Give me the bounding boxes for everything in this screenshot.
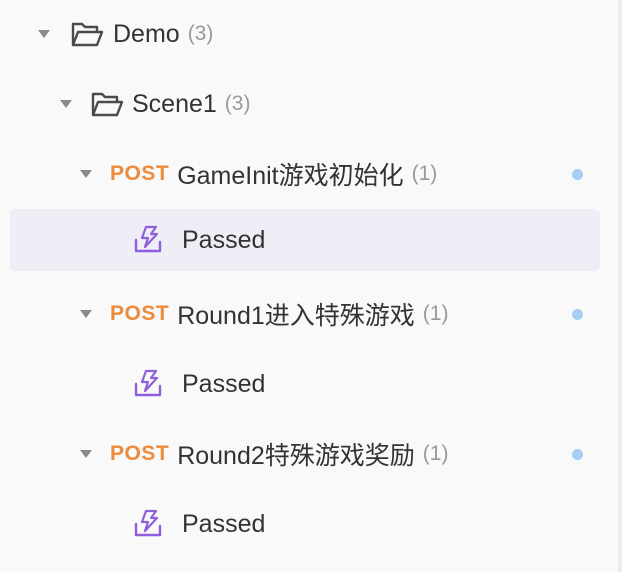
subfolder-label: Scene1 [132, 89, 217, 118]
api-count: (1) [411, 162, 438, 185]
method-badge: POST [110, 302, 170, 325]
caret-down-icon[interactable] [38, 30, 50, 38]
folder-label: Demo [113, 19, 180, 48]
folder-count: (3) [187, 22, 214, 45]
folder-open-icon [71, 22, 104, 47]
panel-divider [618, 0, 622, 572]
api-count: (1) [422, 442, 449, 465]
tree-case-item[interactable]: Passed [10, 493, 600, 555]
method-badge: POST [110, 162, 170, 185]
status-dot [572, 448, 583, 460]
test-case-icon [134, 509, 162, 537]
case-label: Passed [182, 225, 266, 254]
caret-down-icon[interactable] [80, 310, 92, 318]
tree-api-item[interactable]: POST GameInit游戏初始化 (1) [10, 143, 600, 205]
tree-case-item[interactable]: Passed [10, 353, 600, 415]
caret-down-icon[interactable] [60, 100, 72, 108]
case-label: Passed [182, 509, 266, 538]
api-label: Round2特殊游戏奖励 [177, 442, 415, 470]
status-dot [572, 168, 583, 180]
api-label: GameInit游戏初始化 [177, 162, 404, 190]
api-count: (1) [422, 302, 449, 325]
tree-folder-scene1[interactable]: Scene1 (3) [10, 73, 600, 135]
test-case-icon [134, 369, 162, 397]
tree-case-item[interactable]: Passed [10, 209, 600, 271]
case-label: Passed [182, 369, 266, 398]
status-dot [572, 308, 583, 320]
caret-down-icon[interactable] [80, 170, 92, 178]
test-case-icon [134, 225, 162, 253]
tree-folder-demo[interactable]: Demo (3) [10, 3, 600, 65]
folder-open-icon [91, 92, 124, 117]
caret-down-icon[interactable] [80, 450, 92, 458]
subfolder-count: (3) [224, 92, 251, 115]
api-label: Round1进入特殊游戏 [177, 302, 415, 330]
tree-api-item[interactable]: POST Round2特殊游戏奖励 (1) [10, 423, 600, 485]
tree-api-item[interactable]: POST Round1进入特殊游戏 (1) [10, 283, 600, 345]
method-badge: POST [110, 442, 170, 465]
